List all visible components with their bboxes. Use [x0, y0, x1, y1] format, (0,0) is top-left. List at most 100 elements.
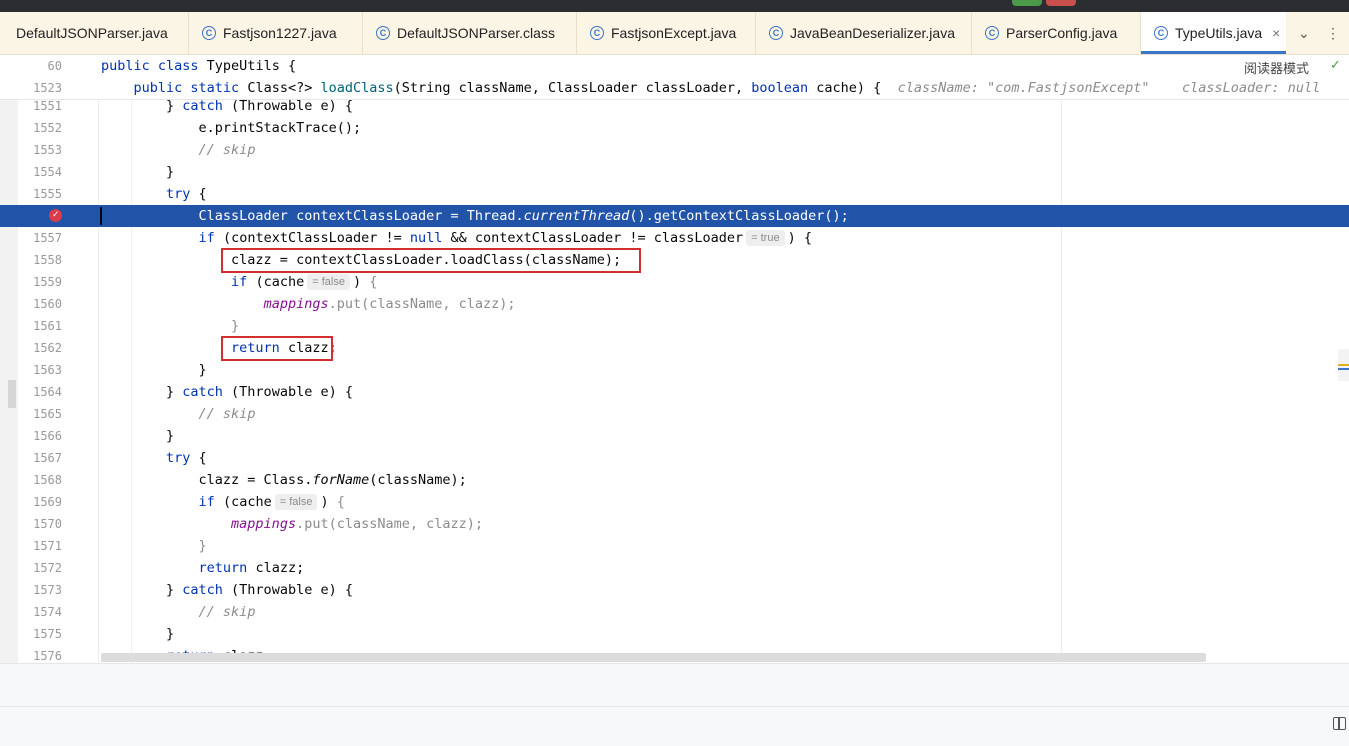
tab-fastjsonexcept-java[interactable]: C FastjsonExcept.java: [576, 12, 755, 54]
tab-typeutils-java[interactable]: C TypeUtils.java ×: [1140, 12, 1286, 54]
code-editor[interactable]: 60 public class TypeUtils {1523 public st…: [0, 55, 1349, 663]
line-number[interactable]: 1552: [18, 117, 62, 139]
code-line[interactable]: 1571 }: [0, 535, 1349, 557]
text-caret: [100, 207, 102, 225]
line-number[interactable]: 1563: [18, 359, 62, 381]
tab-separator: [755, 12, 756, 54]
tab-javabeandeserializer-java[interactable]: C JavaBeanDeserializer.java: [755, 12, 971, 54]
reader-mode-button[interactable]: 阅读器模式: [1244, 58, 1309, 77]
tab-label: TypeUtils.java: [1175, 25, 1263, 41]
code-line[interactable]: 1563 }: [0, 359, 1349, 381]
line-number[interactable]: 1558: [18, 249, 62, 271]
code-text: if (cache = false) {: [101, 491, 345, 513]
line-number[interactable]: 1569: [18, 491, 62, 513]
code-line[interactable]: 1560 mappings.put(className, clazz);: [0, 293, 1349, 315]
code-line[interactable]: 1551 } catch (Throwable e) {: [0, 95, 1349, 117]
code-token: Class<?>: [247, 80, 321, 96]
code-line[interactable]: 1568 clazz = Class.forName(className);: [0, 469, 1349, 491]
active-tab-indicator: [1140, 51, 1286, 54]
code-token: ClassLoader contextClassLoader = Thread.: [101, 208, 524, 224]
code-line[interactable]: 1562 return clazz;: [0, 337, 1349, 359]
line-number[interactable]: 1551: [18, 95, 62, 117]
code-text: if (cache = false) {: [101, 271, 377, 293]
code-token: currentThread: [523, 208, 630, 224]
code-token: }: [101, 538, 207, 554]
java-class-icon: C: [769, 26, 783, 40]
code-line[interactable]: 1566 }: [0, 425, 1349, 447]
code-line[interactable]: 1567 try {: [0, 447, 1349, 469]
line-number[interactable]: 1568: [18, 469, 62, 491]
line-number[interactable]: 1554: [18, 161, 62, 183]
panel-layout-icon[interactable]: [1333, 717, 1346, 730]
code-line[interactable]: 1558 clazz = contextClassLoader.loadClas…: [0, 249, 1349, 271]
code-line[interactable]: 1565 // skip: [0, 403, 1349, 425]
code-line[interactable]: 1552 e.printStackTrace();: [0, 117, 1349, 139]
line-number[interactable]: 1574: [18, 601, 62, 623]
line-number[interactable]: 1566: [18, 425, 62, 447]
code-line[interactable]: 1575 }: [0, 623, 1349, 645]
line-number[interactable]: 1575: [18, 623, 62, 645]
line-number[interactable]: 1562: [18, 337, 62, 359]
code-line[interactable]: 1561 }: [0, 315, 1349, 337]
line-number[interactable]: 1570: [18, 513, 62, 535]
code-text: }: [101, 623, 174, 645]
annotation-box-return: [221, 336, 333, 361]
line-number[interactable]: 1564: [18, 381, 62, 403]
code-token: catch: [182, 98, 223, 114]
close-icon[interactable]: ×: [1272, 25, 1280, 41]
line-number[interactable]: 1557: [18, 227, 62, 249]
tab-fastjson1227-java[interactable]: C Fastjson1227.java: [188, 12, 362, 54]
editor-tab-bar: DefaultJSONParser.java C Fastjson1227.java…: [0, 12, 1349, 55]
tab-separator: [576, 12, 577, 54]
line-number[interactable]: 1559: [18, 271, 62, 293]
breakpoint-icon[interactable]: ✓: [49, 209, 62, 222]
code-token: ): [320, 494, 337, 510]
current-execution-line[interactable]: ✓ ClassLoader contextClassLoader = Threa…: [0, 205, 1349, 227]
code-line[interactable]: 1572 return clazz;: [0, 557, 1349, 579]
code-line[interactable]: 1570 mappings.put(className, clazz);: [0, 513, 1349, 535]
line-number[interactable]: 1572: [18, 557, 62, 579]
line-number[interactable]: 1573: [18, 579, 62, 601]
sticky-header-line[interactable]: 60 public class TypeUtils {: [0, 55, 1349, 78]
code-line[interactable]: 1557 if (contextClassLoader != null && c…: [0, 227, 1349, 249]
code-line[interactable]: 1553 // skip: [0, 139, 1349, 161]
tab-more-icon[interactable]: ⋮: [1326, 12, 1340, 54]
code-line[interactable]: 1554 }: [0, 161, 1349, 183]
code-token: boolean: [751, 80, 809, 96]
tab-defaultjsonparser-java[interactable]: DefaultJSONParser.java: [0, 12, 188, 54]
window-control-green[interactable]: [1012, 0, 1042, 6]
line-number[interactable]: 1561: [18, 315, 62, 337]
code-token: cache) {: [808, 80, 898, 96]
code-line[interactable]: 1569 if (cache = false) {: [0, 491, 1349, 513]
code-line[interactable]: 1559 if (cache = false) {: [0, 271, 1349, 293]
tab-defaultjsonparser-class[interactable]: C DefaultJSONParser.class: [362, 12, 576, 54]
code-text: mappings.put(className, clazz);: [101, 293, 516, 315]
line-number[interactable]: 60: [18, 55, 62, 77]
code-line[interactable]: 1555 try {: [0, 183, 1349, 205]
code-token: && contextClassLoader != classLoader: [442, 230, 744, 246]
tab-list-chevron-icon[interactable]: ⌄: [1298, 12, 1310, 54]
line-number[interactable]: 1571: [18, 535, 62, 557]
code-text: return clazz;: [101, 557, 305, 579]
code-line[interactable]: 1574 // skip: [0, 601, 1349, 623]
horizontal-scrollbar[interactable]: [101, 653, 1206, 662]
line-number[interactable]: 1567: [18, 447, 62, 469]
line-number[interactable]: 1555: [18, 183, 62, 205]
line-number[interactable]: 1565: [18, 403, 62, 425]
code-token: catch: [182, 582, 223, 598]
code-token: clazz = Class.: [101, 472, 313, 488]
window-control-red[interactable]: [1046, 0, 1076, 6]
annotation-box-loadclass: [221, 248, 641, 273]
line-number[interactable]: 1560: [18, 293, 62, 315]
tab-parserconfig-java[interactable]: C ParserConfig.java: [971, 12, 1140, 54]
java-class-icon: C: [590, 26, 604, 40]
scrollbar-marker[interactable]: [1338, 349, 1349, 381]
code-text: }: [101, 535, 207, 557]
code-line[interactable]: 1573 } catch (Throwable e) {: [0, 579, 1349, 601]
code-line[interactable]: 1564 } catch (Throwable e) {: [0, 381, 1349, 403]
java-class-icon: C: [1154, 26, 1168, 40]
code-token: {: [190, 186, 207, 202]
line-number[interactable]: 1553: [18, 139, 62, 161]
line-number[interactable]: 1576: [18, 645, 62, 663]
